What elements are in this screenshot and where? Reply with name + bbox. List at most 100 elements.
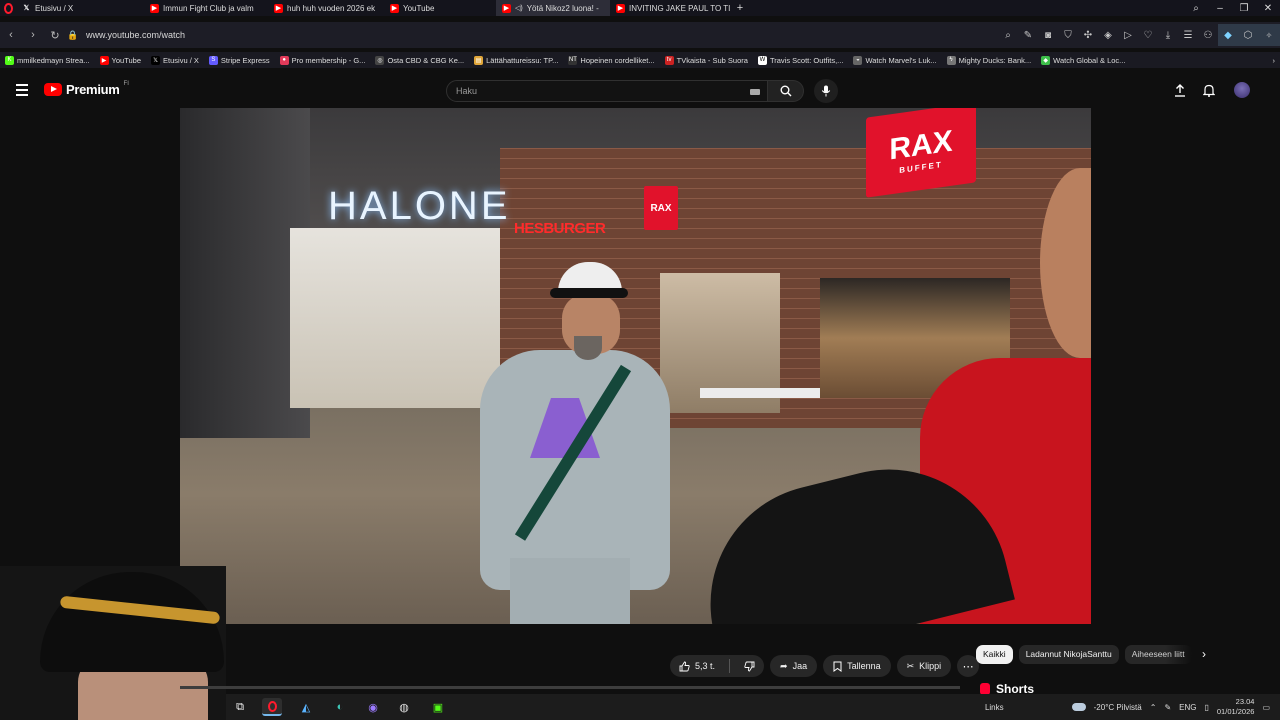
language-indicator[interactable]: ENG	[1179, 703, 1196, 712]
mask-icon: ◒	[853, 55, 863, 65]
bookmark-item[interactable]: ϟ Mighty Ducks: Bank...	[942, 55, 1037, 65]
like-button[interactable]: 5,3 t.	[670, 655, 724, 677]
youtube-premium-logo[interactable]: Premium FI	[44, 81, 129, 97]
reload-button[interactable]: ↻	[44, 24, 66, 46]
browser-tab-strip: 𝕏 Etusivu / X ▶ Immun Fight Club ja valm…	[0, 0, 1280, 16]
voice-search-button[interactable]	[814, 79, 838, 103]
game-icon: ◆	[1041, 55, 1051, 65]
url-field[interactable]: www.youtube.com/watch	[86, 30, 185, 40]
tab-huh-huh[interactable]: ▶ huh huh vuoden 2026 ek	[268, 0, 384, 16]
bookmark-item[interactable]: tv TVkaista - Sub Suora	[660, 55, 753, 65]
bookmark-item[interactable]: 𝕏 Etusivu / X	[146, 55, 204, 65]
search-input[interactable]	[447, 81, 727, 101]
clip-button[interactable]: ✂ Klippi	[896, 655, 952, 677]
bookmark-item[interactable]: ◒ Watch Marvel's Luk...	[848, 55, 941, 65]
bookmark-item[interactable]: ▶ YouTube	[95, 55, 146, 65]
notification-icon[interactable]: ▭	[1262, 703, 1270, 712]
dislike-button[interactable]	[735, 655, 764, 677]
task-view-icon[interactable]: ⧉	[230, 698, 250, 716]
hamburger-menu-button[interactable]	[12, 80, 32, 100]
forward-button[interactable]: ›	[22, 24, 44, 46]
clock[interactable]: 23.04 01/01/2026	[1217, 697, 1255, 717]
heart-icon[interactable]: ♡	[1138, 24, 1158, 46]
speaker-icon: ◁)	[515, 5, 523, 12]
tab-label: Immun Fight Club ja valm	[163, 3, 254, 13]
tab-immun-fight-club[interactable]: ▶ Immun Fight Club ja valm	[144, 0, 268, 16]
save-button[interactable]: Tallenna	[823, 655, 891, 677]
bookmark-item[interactable]: ◆ Watch Global & Loc...	[1036, 55, 1130, 65]
bookmark-label: Watch Global & Loc...	[1053, 55, 1126, 65]
tracker-icon[interactable]: ◈	[1098, 24, 1118, 46]
bookmark-item[interactable]: Kmmilkedmayn Strea...	[0, 55, 95, 65]
bookmark-item[interactable]: ◎ Osta CBD & CBG Ke...	[370, 55, 469, 65]
weather-text[interactable]: -20°C Pilvistä	[1094, 703, 1142, 712]
easy-setup-icon[interactable]: ☰	[1178, 24, 1198, 46]
bookmark-item[interactable]: ● Pro membership - G...	[275, 55, 371, 65]
search-page-icon[interactable]: ⌕	[998, 24, 1018, 46]
chevron-right-icon[interactable]: ›	[1196, 646, 1212, 662]
search-button[interactable]	[768, 80, 804, 102]
tab-active-nikoz2[interactable]: ▶ ◁) Yötä Nikoz2 luona! -	[496, 0, 610, 16]
download-icon[interactable]: ⤓	[1158, 24, 1178, 46]
logo-text: Premium	[66, 82, 120, 97]
upload-button[interactable]	[1170, 80, 1190, 100]
opera-taskbar-icon[interactable]	[262, 698, 282, 716]
browser-search-icon[interactable]: ⌕	[1184, 0, 1208, 16]
tab-inviting-jake-paul[interactable]: ▶ INVITING JAKE PAUL TO TI	[610, 0, 730, 16]
clock-time: 23.04	[1235, 697, 1255, 706]
keyboard-icon[interactable]	[750, 89, 760, 95]
extension-icon[interactable]: ✣	[1078, 24, 1098, 46]
send-icon[interactable]: ▷	[1118, 24, 1138, 46]
back-button[interactable]: ‹	[0, 24, 22, 46]
chip-all[interactable]: Kaikki	[976, 644, 1013, 664]
more-icon: ⋯	[962, 660, 974, 673]
camera-icon[interactable]: ◙	[1038, 24, 1058, 46]
avatar[interactable]	[1234, 82, 1250, 98]
minimize-button[interactable]: –	[1208, 0, 1232, 16]
kick-icon: K	[5, 55, 14, 65]
youtube-icon: ▶	[390, 3, 399, 13]
doc-icon: ▤	[474, 55, 484, 65]
shield-icon[interactable]: ⛉	[1058, 24, 1078, 46]
video-player[interactable]: HALONE HESBURGER RAX RAX BUFFET	[180, 108, 1091, 624]
aria-ai-icon[interactable]: ◆	[1218, 24, 1238, 46]
restore-button[interactable]: ❐	[1232, 0, 1256, 16]
edit-icon[interactable]: ✎	[1018, 24, 1038, 46]
discord-taskbar-icon[interactable]: ◉	[363, 698, 383, 716]
ai-icon[interactable]: ✧	[1258, 24, 1280, 46]
scrollbar[interactable]	[180, 686, 960, 689]
bookmark-label: Pro membership - G...	[291, 55, 366, 65]
bookmark-label: Lättähattureissu: TP...	[486, 55, 559, 65]
links-toolbar[interactable]: Links	[985, 703, 1004, 712]
thumbs-up-icon	[679, 661, 690, 671]
edge-taskbar-icon[interactable]: ◐	[330, 698, 350, 716]
video-person	[470, 258, 670, 624]
bookmark-item[interactable]: W Travis Scott: Outfits,...	[753, 55, 849, 65]
bookmark-label: TVkaista - Sub Suora	[676, 55, 748, 65]
opera-logo-icon[interactable]	[0, 0, 16, 16]
bookmark-item[interactable]: S Stripe Express	[204, 55, 275, 65]
tab-youtube[interactable]: ▶ YouTube	[384, 0, 496, 16]
bookmark-item[interactable]: NT Hopeinen cordelliket...	[563, 55, 659, 65]
network-icon[interactable]: ▯	[1204, 703, 1208, 712]
close-window-button[interactable]: ✕	[1256, 0, 1280, 16]
chip-related[interactable]: Aiheeseen liitt	[1124, 644, 1192, 664]
bookmark-item[interactable]: ▤ Lättähattureissu: TP...	[469, 55, 563, 65]
profile-icon[interactable]: ⚇	[1198, 24, 1218, 46]
scissors-icon: ✂	[906, 660, 915, 671]
chevron-up-icon[interactable]: ⌃	[1150, 703, 1157, 712]
cube-icon[interactable]: ⬡	[1238, 24, 1258, 46]
like-dislike-group: 5,3 t.	[670, 655, 765, 677]
chip-uploader[interactable]: Ladannut NikojaSanttu	[1018, 644, 1119, 664]
sign-hesburger: HESBURGER	[514, 220, 606, 237]
tab-etusivu-x[interactable]: 𝕏 Etusivu / X	[16, 0, 144, 16]
new-tab-button[interactable]: +	[730, 0, 750, 16]
app-taskbar-icon[interactable]: ◍	[394, 698, 414, 716]
notifications-button[interactable]	[1199, 80, 1219, 100]
pen-icon[interactable]: ✎	[1164, 703, 1171, 712]
microphone-icon	[821, 85, 831, 97]
bookmarks-overflow-icon[interactable]: ›	[1268, 56, 1280, 65]
share-button[interactable]: ➦ Jaa	[770, 655, 818, 677]
copilot-taskbar-icon[interactable]: ◭	[296, 698, 316, 716]
terminal-taskbar-icon[interactable]: ▣	[428, 698, 448, 716]
